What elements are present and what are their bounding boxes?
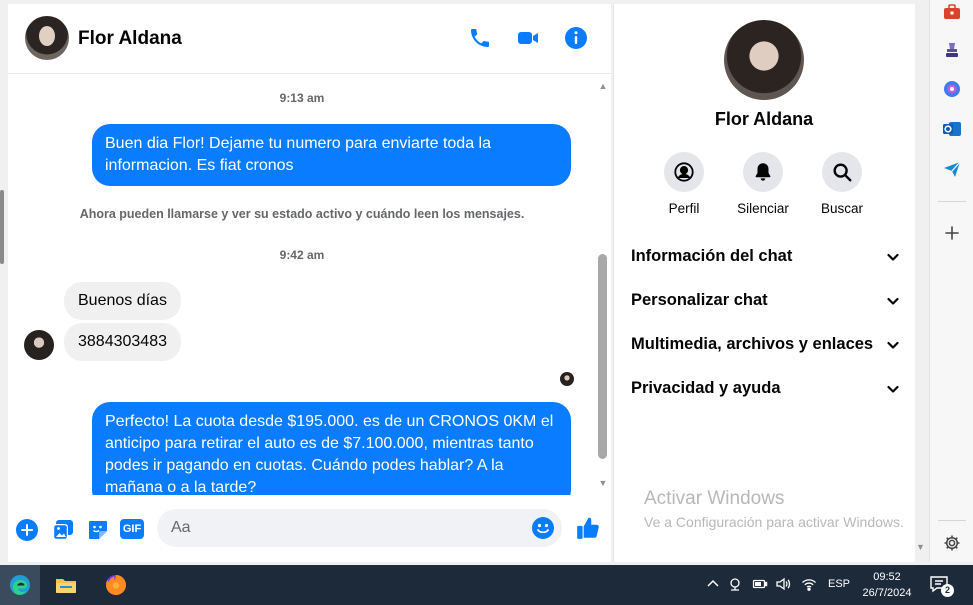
scroll-down-icon[interactable]: ▼ bbox=[916, 542, 926, 552]
toolbox-icon[interactable] bbox=[942, 2, 962, 22]
outgoing-message[interactable]: Buen dia Flor! Dejame tu numero para env… bbox=[92, 124, 571, 186]
add-icon[interactable] bbox=[942, 223, 962, 243]
mute-label: Silenciar bbox=[737, 201, 789, 216]
section-customize-chat[interactable]: Personalizar chat bbox=[631, 291, 901, 310]
sidebar-divider bbox=[938, 520, 966, 521]
language-indicator[interactable]: ESP bbox=[828, 578, 850, 590]
sidebar-divider bbox=[938, 201, 966, 202]
contact-avatar-large[interactable] bbox=[724, 20, 804, 100]
outlook-icon[interactable] bbox=[942, 119, 962, 139]
volume-icon[interactable] bbox=[775, 576, 791, 594]
chevron-up-icon[interactable] bbox=[705, 576, 721, 594]
scrollbar-thumb[interactable] bbox=[598, 254, 607, 459]
incoming-message[interactable]: 3884303483 bbox=[64, 323, 181, 361]
network-icon[interactable] bbox=[801, 576, 817, 594]
emoji-icon[interactable] bbox=[531, 516, 555, 540]
contact-info-panel: Flor Aldana Perfil Silenciar Buscar Info… bbox=[613, 4, 925, 562]
section-label: Información del chat bbox=[631, 247, 793, 265]
games-icon[interactable] bbox=[942, 40, 962, 60]
clock-date: 26/7/2024 bbox=[862, 587, 912, 599]
thumbs-up-icon[interactable] bbox=[575, 515, 601, 541]
browser-sidebar bbox=[929, 0, 973, 562]
gif-button[interactable]: GIF bbox=[120, 519, 144, 539]
panel-contact-name: Flor Aldana bbox=[714, 109, 814, 129]
meet-now-icon[interactable] bbox=[728, 576, 744, 594]
scroll-up-icon[interactable]: ▲ bbox=[598, 81, 608, 91]
chevron-down-icon bbox=[885, 249, 901, 265]
section-label: Personalizar chat bbox=[631, 291, 768, 309]
gear-icon[interactable] bbox=[942, 533, 962, 553]
section-label: Privacidad y ayuda bbox=[631, 379, 781, 397]
copilot-icon[interactable] bbox=[942, 79, 962, 99]
sticker-icon[interactable] bbox=[86, 518, 110, 542]
message-list[interactable]: 9:13 am Buen dia Flor! Dejame tu numero … bbox=[8, 75, 596, 495]
send-icon[interactable] bbox=[942, 159, 962, 179]
incoming-message[interactable]: Buenos días bbox=[64, 282, 181, 320]
seen-indicator bbox=[560, 372, 574, 386]
section-privacy-help[interactable]: Privacidad y ayuda bbox=[631, 379, 901, 398]
outgoing-message[interactable]: Perfecto! La cuota desde $195.000. es de… bbox=[92, 402, 571, 495]
notification-count-badge: 2 bbox=[941, 584, 954, 597]
profile-label: Perfil bbox=[668, 201, 700, 216]
search-icon bbox=[822, 152, 862, 192]
chat-window: Flor Aldana 9:13 am Buen dia Flor! Dejam… bbox=[8, 4, 611, 562]
timestamp: 9:13 am bbox=[279, 91, 325, 105]
edge-browser-icon[interactable] bbox=[0, 565, 40, 605]
clock-time: 09:52 bbox=[873, 571, 901, 583]
taskbar: ESP 09:52 26/7/2024 2 bbox=[0, 565, 973, 605]
info-icon[interactable] bbox=[564, 26, 588, 50]
mute-button[interactable]: Silenciar bbox=[723, 152, 803, 216]
windows-activation-subtitle: Ve a Configuración para activar Windows. bbox=[644, 514, 904, 530]
composer: GIF bbox=[8, 506, 611, 556]
chevron-down-icon bbox=[885, 381, 901, 397]
file-explorer-icon[interactable] bbox=[46, 565, 86, 605]
section-media-files-links[interactable]: Multimedia, archivos y enlaces bbox=[631, 335, 901, 354]
system-notice: Ahora pueden llamarse y ver su estado ac… bbox=[79, 207, 525, 221]
section-chat-info[interactable]: Información del chat bbox=[631, 247, 901, 266]
contact-avatar-small[interactable] bbox=[24, 330, 54, 360]
chevron-down-icon bbox=[885, 293, 901, 309]
chevron-down-icon bbox=[885, 337, 901, 353]
profile-button[interactable]: Perfil bbox=[644, 152, 724, 216]
search-label: Buscar bbox=[820, 201, 864, 216]
windows-activation-title: Activar Windows bbox=[644, 488, 785, 509]
contact-name[interactable]: Flor Aldana bbox=[78, 28, 182, 50]
plus-icon[interactable] bbox=[15, 518, 39, 542]
firefox-icon[interactable] bbox=[96, 565, 136, 605]
system-clock[interactable]: 09:52 26/7/2024 bbox=[858, 569, 916, 601]
bell-icon bbox=[743, 152, 783, 192]
profile-icon bbox=[664, 152, 704, 192]
edge-scroll-handle[interactable] bbox=[0, 190, 4, 264]
chat-header: Flor Aldana bbox=[8, 4, 611, 74]
gallery-icon[interactable] bbox=[51, 518, 75, 542]
scroll-down-icon[interactable]: ▼ bbox=[598, 478, 608, 488]
video-call-icon[interactable] bbox=[516, 26, 540, 50]
contact-avatar[interactable] bbox=[25, 16, 69, 60]
message-input[interactable] bbox=[157, 509, 562, 547]
timestamp: 9:42 am bbox=[279, 248, 325, 262]
battery-icon[interactable] bbox=[752, 576, 768, 594]
phone-icon[interactable] bbox=[468, 26, 492, 50]
window-edge bbox=[0, 0, 8, 562]
section-label: Multimedia, archivos y enlaces bbox=[631, 335, 874, 353]
search-button[interactable]: Buscar bbox=[802, 152, 882, 216]
screen: Flor Aldana 9:13 am Buen dia Flor! Dejam… bbox=[0, 0, 973, 605]
notification-center[interactable]: 2 bbox=[928, 573, 954, 597]
